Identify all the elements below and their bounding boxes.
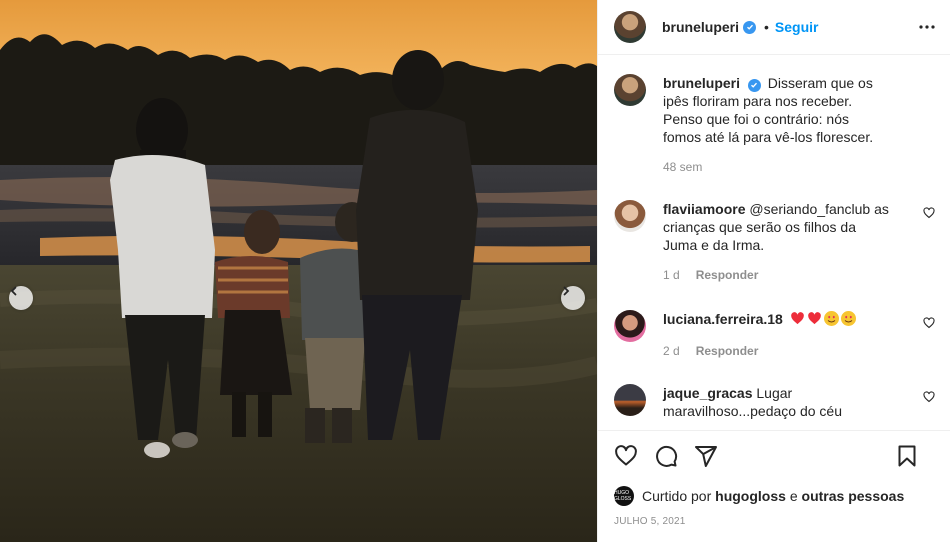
likes-prefix: Curtido por bbox=[642, 488, 712, 504]
comment-item: jaque_gracas Lugar maravilhoso...pedaço … bbox=[614, 384, 935, 420]
caption-item: bruneluperi Disseram que os ipês florira… bbox=[614, 74, 935, 176]
post-header: bruneluperi • Seguir bbox=[598, 0, 950, 55]
reply-button[interactable]: Responder bbox=[696, 344, 759, 358]
commenter-username[interactable]: flaviiamoore bbox=[663, 201, 745, 217]
author-username[interactable]: bruneluperi bbox=[662, 19, 739, 35]
follow-button[interactable]: Seguir bbox=[775, 19, 819, 35]
red-heart-emoji bbox=[807, 311, 822, 326]
comment-body: flaviiamoore @seriando_fanclub as crianç… bbox=[663, 200, 891, 284]
comment-item: luciana.ferreira.18 2 d Responder bbox=[614, 310, 935, 360]
verified-icon bbox=[747, 78, 761, 92]
likes-summary: HUGO GLOSS Curtido por hugogloss e outra… bbox=[614, 486, 904, 506]
commenter-username[interactable]: luciana.ferreira.18 bbox=[663, 311, 783, 327]
post-photo bbox=[0, 0, 597, 542]
share-icon[interactable] bbox=[694, 444, 718, 468]
comments-list[interactable]: bruneluperi Disseram que os ipês florira… bbox=[598, 56, 950, 430]
post-date[interactable]: JULHO 5, 2021 bbox=[614, 516, 686, 527]
sunset-family-photo bbox=[0, 0, 597, 542]
comment-meta: 2 d Responder bbox=[663, 342, 891, 360]
red-heart-emoji bbox=[790, 311, 805, 326]
heart-eyes-emoji bbox=[840, 311, 856, 326]
post-side-panel: bruneluperi • Seguir bruneluperi Dissera… bbox=[597, 0, 950, 542]
post-action-bar bbox=[598, 430, 950, 482]
liker-avatar-text: HUGO GLOSS bbox=[614, 490, 632, 502]
bookmark-icon[interactable] bbox=[895, 444, 919, 468]
reply-button[interactable]: Responder bbox=[696, 268, 759, 282]
commenter-username[interactable]: jaque_gracas bbox=[663, 385, 753, 401]
other-likers-link[interactable]: outras pessoas bbox=[802, 488, 905, 504]
commenter-avatar[interactable] bbox=[614, 384, 646, 416]
comment-like-icon[interactable] bbox=[923, 207, 935, 219]
author-avatar[interactable] bbox=[614, 74, 646, 106]
commenter-avatar[interactable] bbox=[614, 310, 646, 342]
chevron-left-icon bbox=[10, 286, 17, 296]
instagram-post-modal: bruneluperi • Seguir bruneluperi Dissera… bbox=[0, 0, 950, 542]
liker-avatar[interactable]: HUGO GLOSS bbox=[614, 486, 634, 506]
more-icon[interactable] bbox=[918, 18, 936, 36]
comment-emojis bbox=[790, 311, 858, 327]
comment-item: flaviiamoore @seriando_fanclub as crianç… bbox=[614, 200, 935, 284]
caption-time[interactable]: 48 sem bbox=[663, 160, 702, 174]
liker-username[interactable]: hugogloss bbox=[715, 488, 786, 504]
previous-photo-button[interactable] bbox=[9, 286, 33, 310]
heart-icon[interactable] bbox=[614, 444, 638, 468]
caption-body: bruneluperi Disseram que os ipês florira… bbox=[663, 74, 891, 176]
comment-icon[interactable] bbox=[654, 444, 678, 468]
commenter-avatar[interactable] bbox=[614, 200, 646, 232]
separator-dot: • bbox=[764, 19, 769, 35]
comment-time[interactable]: 2 d bbox=[663, 344, 680, 358]
comment-body: jaque_gracas Lugar maravilhoso...pedaço … bbox=[663, 384, 891, 420]
caption-meta: 48 sem bbox=[663, 158, 891, 176]
likes-connector: e bbox=[789, 488, 798, 504]
next-photo-button[interactable] bbox=[561, 286, 585, 310]
comment-like-icon[interactable] bbox=[923, 317, 935, 329]
chevron-right-icon bbox=[563, 286, 570, 296]
comment-time[interactable]: 1 d bbox=[663, 268, 680, 282]
verified-icon bbox=[743, 20, 757, 34]
caption-username[interactable]: bruneluperi bbox=[663, 75, 740, 91]
comment-body: luciana.ferreira.18 2 d Responder bbox=[663, 310, 891, 360]
author-avatar[interactable] bbox=[614, 11, 646, 43]
comment-meta: 1 d Responder bbox=[663, 266, 891, 284]
heart-eyes-emoji bbox=[823, 311, 839, 326]
comment-like-icon[interactable] bbox=[923, 391, 935, 403]
